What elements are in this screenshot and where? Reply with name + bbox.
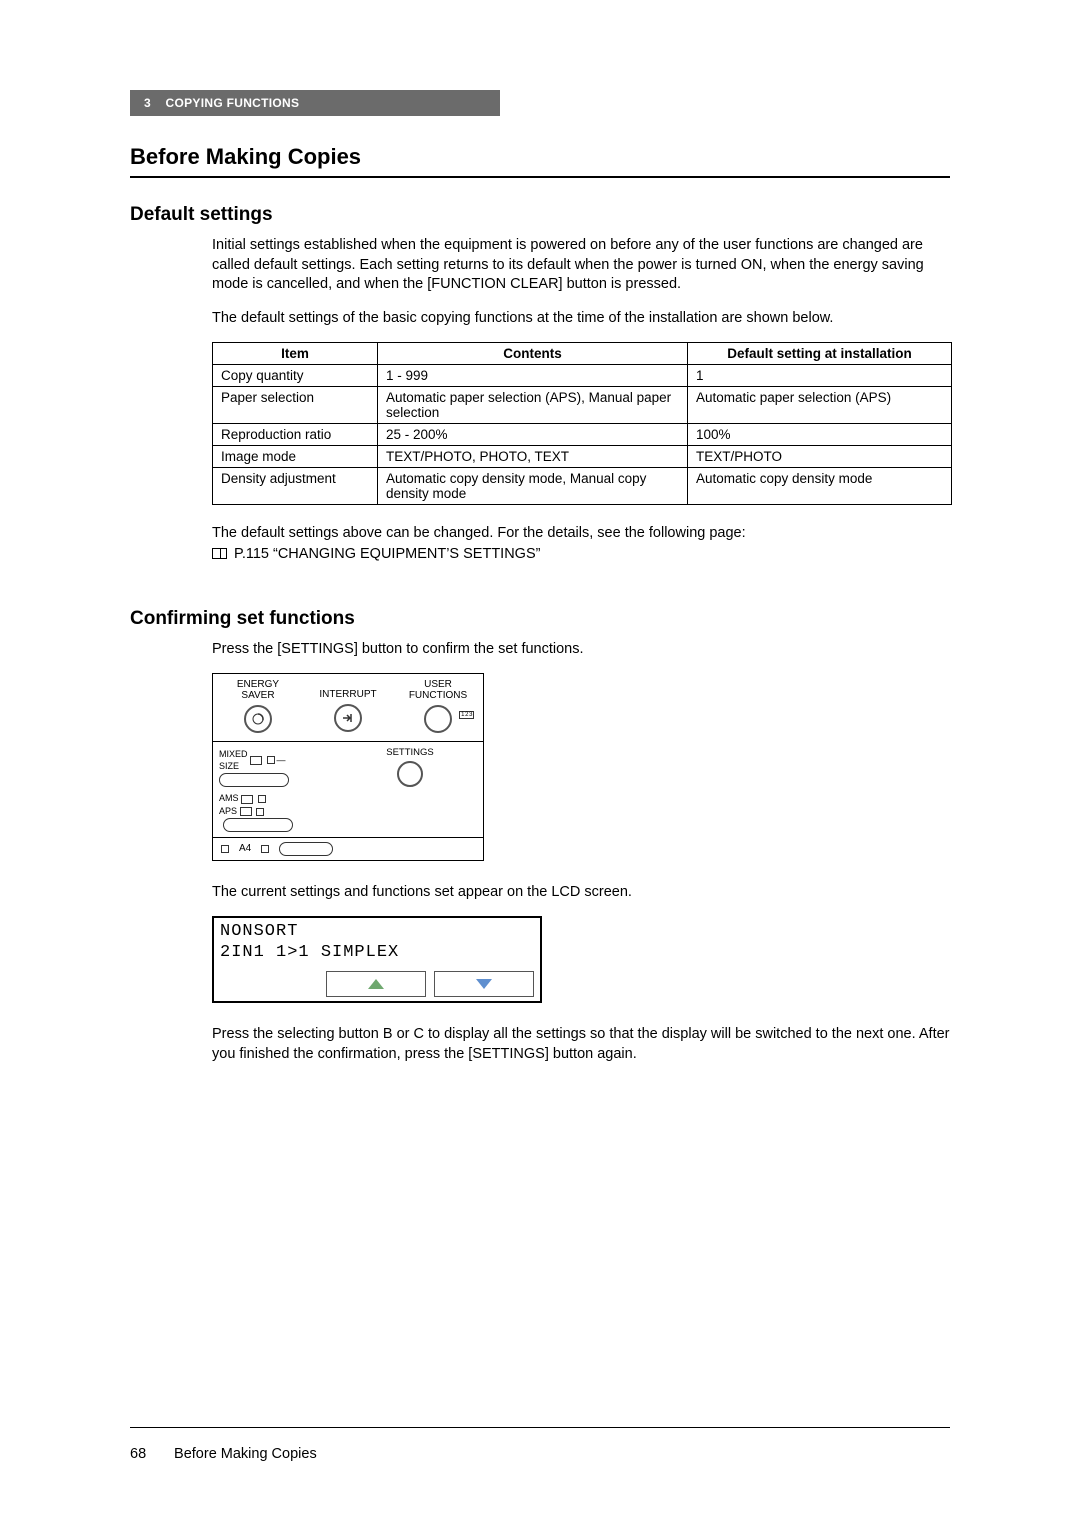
cell-default: Automatic paper selection (APS) [688,387,952,424]
energy-saver-label: ENERGY SAVER [215,679,301,701]
control-panel-diagram: ENERGY SAVER INTERRUPT USER FUNCTIONS 1 … [212,673,484,860]
aps-icon [240,807,252,816]
cell-default: 1 [688,365,952,387]
page-footer: 68 Before Making Copies [130,1446,317,1462]
ams-icon [241,795,253,804]
indicator-icon [267,756,275,764]
panel-interrupt: INTERRUPT [303,674,393,741]
ams-label: AMS [219,793,239,803]
th-contents: Contents [378,343,688,365]
interrupt-button-icon [334,704,362,732]
footer-divider [130,1427,950,1428]
confirming-para3: Press the selecting button B or C to dis… [212,1025,950,1064]
cell-item: Density adjustment [213,468,378,505]
cell-default: 100% [688,424,952,446]
cell-contents: 25 - 200% [378,424,688,446]
lcd-up-button [326,971,426,997]
oval-button-icon [279,842,333,856]
book-icon [212,548,227,559]
lcd-down-button [434,971,534,997]
default-settings-para1: Initial settings established when the eq… [212,236,950,295]
interrupt-label: INTERRUPT [305,679,391,700]
panel-user-functions: USER FUNCTIONS 1 2 3 [393,674,483,741]
cell-item: Image mode [213,446,378,468]
table-row: Reproduction ratio 25 - 200% 100% [213,424,952,446]
page-number: 68 [130,1446,170,1462]
cell-contents: Automatic copy density mode, Manual copy… [378,468,688,505]
table-row: Image mode TEXT/PHOTO, PHOTO, TEXT TEXT/… [213,446,952,468]
section-default-settings-heading: Default settings [130,204,950,226]
pill-button-icon [223,818,293,832]
aps-label: APS [219,806,237,816]
cell-default: TEXT/PHOTO [688,446,952,468]
settings-label: SETTINGS [343,747,477,758]
chapter-number: 3 [144,96,151,110]
indicator-icon [261,845,269,853]
triangle-up-icon [368,979,384,989]
cell-contents: 1 - 999 [378,365,688,387]
default-settings-ref-text: The default settings above can be change… [212,523,950,543]
table-row: Copy quantity 1 - 999 1 [213,365,952,387]
confirming-para2: The current settings and functions set a… [212,883,950,903]
lcd-line1: NONSORT [220,922,534,942]
footer-title: Before Making Copies [174,1446,317,1462]
lcd-screen-diagram: NONSORT 2IN1 1>1 SIMPLEX [212,916,542,1003]
triangle-down-icon [476,979,492,989]
cell-contents: Automatic paper selection (APS), Manual … [378,387,688,424]
chapter-title: COPYING FUNCTIONS [166,96,300,110]
confirming-para1: Press the [SETTINGS] button to confirm t… [212,640,950,660]
cell-item: Copy quantity [213,365,378,387]
cell-item: Paper selection [213,387,378,424]
settings-button-icon [397,761,423,787]
cell-default: Automatic copy density mode [688,468,952,505]
th-item: Item [213,343,378,365]
user-functions-label: USER FUNCTIONS [395,679,481,701]
user-functions-button-icon: 1 2 3 [424,705,452,733]
indicator-icon [256,808,264,816]
lcd-line2: 2IN1 1>1 SIMPLEX [220,943,534,963]
panel-ams-aps: AMS APS [219,792,339,831]
indicator-icon [258,795,266,803]
panel-mixed-size: MIXED SIZE — [219,748,339,787]
cell-contents: TEXT/PHOTO, PHOTO, TEXT [378,446,688,468]
panel-settings: SETTINGS [343,747,477,787]
table-row: Density adjustment Automatic copy densit… [213,468,952,505]
ref-link-text: P.115 “CHANGING EQUIPMENT’S SETTINGS” [234,546,540,562]
cell-item: Reproduction ratio [213,424,378,446]
th-default: Default setting at installation [688,343,952,365]
a4-label: A4 [239,843,251,854]
default-settings-table: Item Contents Default setting at install… [212,342,952,505]
panel-bottom-row: A4 [213,838,483,860]
mixed-size-icon [250,756,262,765]
table-header-row: Item Contents Default setting at install… [213,343,952,365]
section-confirming-heading: Confirming set functions [130,608,950,630]
chapter-header: 3 COPYING FUNCTIONS [130,90,500,116]
indicator-icon [221,845,229,853]
page-title: Before Making Copies [130,144,950,178]
default-settings-para2: The default settings of the basic copyin… [212,309,950,329]
pill-button-icon [219,773,289,787]
energy-saver-button-icon [244,705,272,733]
default-settings-ref-link: P.115 “CHANGING EQUIPMENT’S SETTINGS” [212,544,950,564]
mixed-size-label: MIXED SIZE [219,748,248,773]
icon-123: 1 2 3 [459,711,474,719]
panel-energy-saver: ENERGY SAVER [213,674,303,741]
table-row: Paper selection Automatic paper selectio… [213,387,952,424]
